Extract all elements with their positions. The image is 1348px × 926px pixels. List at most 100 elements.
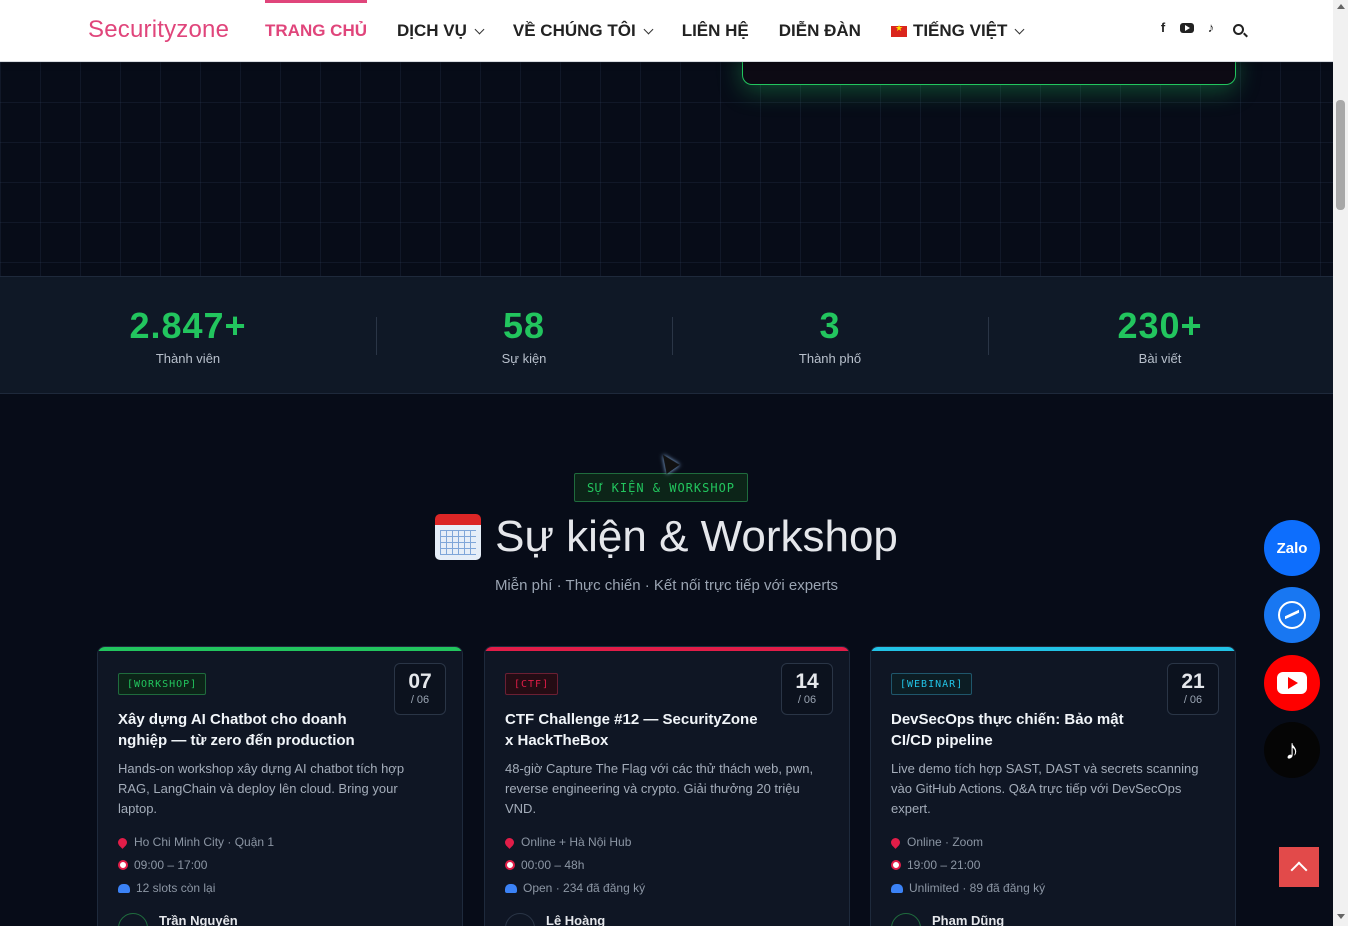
section-subtitle: Miễn phí · Thực chiến · Kết nối trực tiế… <box>494 577 839 594</box>
event-slots: Unlimited · 89 đã đăng ký <box>891 881 1045 895</box>
tiktok-icon[interactable]: ♪ <box>1204 20 1218 35</box>
nav-item-forum[interactable]: DIỄN ĐÀN <box>779 0 861 62</box>
search-icon[interactable] <box>1233 24 1244 35</box>
event-description: Live demo tích hợp SAST, DAST và secrets… <box>891 761 1199 816</box>
stat-divider <box>672 317 673 355</box>
event-tag: [CTF] <box>505 673 559 695</box>
location-pin-icon <box>116 835 129 849</box>
stat-posts: 230+ Bài viết <box>1060 305 1260 366</box>
people-icon <box>505 883 517 893</box>
chevron-down-icon <box>1014 24 1025 34</box>
nav-item-label: DIỄN ĐÀN <box>778 21 861 40</box>
hero-section <box>0 42 1333 276</box>
card-accent-bar <box>98 647 462 651</box>
event-month: / 06 <box>797 694 817 706</box>
clock-icon <box>891 860 901 870</box>
nav-item-contact[interactable]: LIÊN HỆ <box>682 0 749 62</box>
event-tag: [WEBINAR] <box>891 673 973 695</box>
event-time: 09:00 – 17:00 <box>118 858 207 872</box>
event-date: 07 / 06 <box>394 663 446 715</box>
event-slots: Open · 234 đã đăng ký <box>505 881 645 895</box>
vietnam-flag-icon <box>890 23 907 37</box>
stat-label: Thành phố <box>798 351 862 366</box>
avatar <box>891 913 921 926</box>
event-location-text: Online + Hà Nội Hub <box>521 835 632 849</box>
people-icon <box>118 883 130 893</box>
tiktok-button[interactable]: ♪ <box>1264 722 1320 778</box>
event-title[interactable]: DevSecOps thực chiến: Bảo mật CI/CD pipe… <box>891 709 1151 751</box>
messenger-icon <box>1278 601 1306 629</box>
event-date: 21 / 06 <box>1167 663 1219 715</box>
social-links: f ♪ <box>1156 20 1218 35</box>
youtube-button[interactable] <box>1264 655 1320 711</box>
zalo-button[interactable]: Zalo <box>1264 520 1320 576</box>
event-time-text: 09:00 – 17:00 <box>134 858 208 872</box>
event-day: 21 <box>1181 670 1205 693</box>
clock-icon <box>505 860 515 870</box>
event-location: Online + Hà Nội Hub <box>503 835 632 849</box>
scrollbar-thumb[interactable] <box>1336 100 1345 210</box>
event-day: 07 <box>408 670 432 693</box>
language-switcher[interactable]: TIẾNG VIỆT <box>890 0 1025 62</box>
calendar-icon <box>435 514 482 560</box>
card-accent-bar <box>871 647 1235 651</box>
stat-cities: 3 Thành phố <box>730 305 930 366</box>
event-tag: [WORKSHOP] <box>118 673 207 695</box>
chevron-down-icon <box>474 24 485 34</box>
chevron-down-icon <box>643 24 654 34</box>
nav-item-services[interactable]: DỊCH VỤ <box>397 0 485 62</box>
messenger-button[interactable] <box>1264 587 1320 643</box>
event-author: Lê Hoàng <box>546 913 606 926</box>
scroll-to-top-button[interactable] <box>1279 847 1319 887</box>
stat-value: 58 <box>502 305 546 346</box>
event-slots-text: Open · 234 đã đăng ký <box>523 881 646 895</box>
event-month: / 06 <box>410 694 430 706</box>
section-badge: SỰ KIỆN & WORKSHOP <box>574 473 748 502</box>
avatar <box>118 913 148 926</box>
nav-item-about[interactable]: VỀ CHÚNG TÔI <box>512 0 654 62</box>
scroll-up-arrow-icon[interactable] <box>1337 4 1345 9</box>
event-author: Phạm Dũng <box>932 913 1005 926</box>
nav-item-label: VỀ CHÚNG TÔI <box>512 21 636 40</box>
scroll-down-arrow-icon[interactable] <box>1337 914 1345 919</box>
nav-item-label: LIÊN HỆ <box>681 21 749 40</box>
event-slots-text: Unlimited · 89 đã đăng ký <box>909 881 1046 895</box>
event-title[interactable]: CTF Challenge #12 — SecurityZone x HackT… <box>505 709 765 751</box>
event-location-text: Online · Zoom <box>907 835 984 849</box>
stat-label: Bài viết <box>1138 351 1182 366</box>
page-scrollbar[interactable] <box>1333 0 1348 926</box>
event-date: 14 / 06 <box>781 663 833 715</box>
event-title[interactable]: Xây dựng AI Chatbot cho doanh nghiệp — t… <box>118 709 378 751</box>
stat-value: 2.847+ <box>129 305 247 346</box>
event-card-webinar[interactable]: [WEBINAR] 21 / 06 DevSecOps thực chiến: … <box>870 646 1236 926</box>
tiktok-icon: ♪ <box>1285 734 1299 765</box>
stat-divider <box>376 317 377 355</box>
event-card-workshop[interactable]: [WORKSHOP] 07 / 06 Xây dựng AI Chatbot c… <box>97 646 463 926</box>
event-description: Hands-on workshop xây dựng AI chatbot tí… <box>118 761 405 816</box>
stat-divider <box>988 317 989 355</box>
main-menu: TRANG CHỦ DỊCH VỤ VỀ CHÚNG TÔI LIÊN HỆ D… <box>265 0 1053 62</box>
event-card-ctf[interactable]: [CTF] 14 / 06 CTF Challenge #12 — Securi… <box>484 646 850 926</box>
event-location: Online · Zoom <box>889 835 984 849</box>
zalo-icon: Zalo <box>1276 539 1308 557</box>
clock-icon <box>118 860 128 870</box>
nav-item-label: DỊCH VỤ <box>397 21 467 40</box>
chevron-up-icon <box>1290 861 1308 879</box>
youtube-icon[interactable] <box>1180 22 1194 33</box>
event-location: Ho Chi Minh City · Quận 1 <box>116 835 275 849</box>
language-label: TIẾNG VIỆT <box>912 21 1008 40</box>
event-slots: 12 slots còn lại <box>118 881 215 895</box>
facebook-icon[interactable]: f <box>1156 20 1170 35</box>
event-time-text: 19:00 – 21:00 <box>907 858 981 872</box>
event-location-text: Ho Chi Minh City · Quận 1 <box>134 835 275 849</box>
site-logo[interactable]: Securityzone <box>88 16 229 44</box>
event-time-text: 00:00 – 48h <box>521 858 585 872</box>
stat-label: Thành viên <box>155 351 221 366</box>
card-accent-bar <box>485 647 849 651</box>
location-pin-icon <box>889 835 902 849</box>
nav-item-home[interactable]: TRANG CHỦ <box>265 0 367 62</box>
event-month: / 06 <box>1183 694 1203 706</box>
stat-value: 230+ <box>1117 305 1203 346</box>
event-description: 48-giờ Capture The Flag với các thử thác… <box>505 761 814 816</box>
event-time: 00:00 – 48h <box>505 858 584 872</box>
